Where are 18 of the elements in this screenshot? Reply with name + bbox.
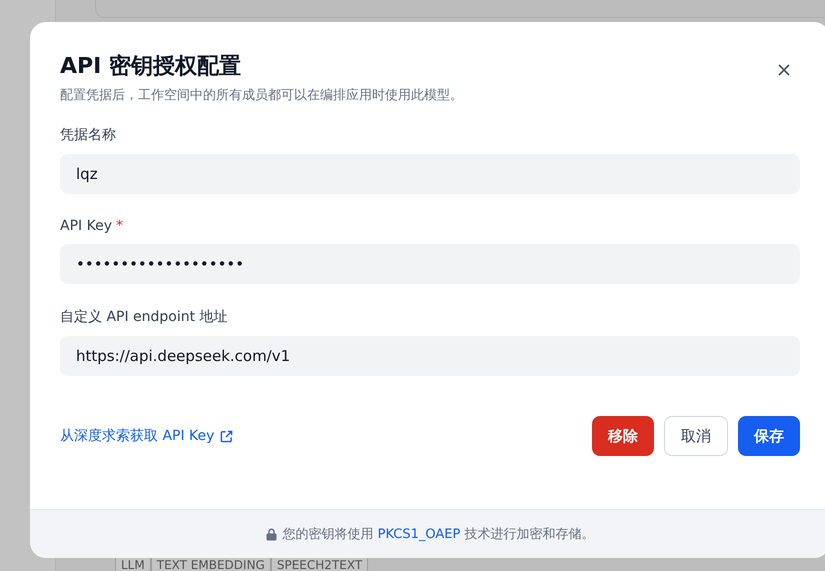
pkcs-link[interactable]: PKCS1_OAEP [378, 527, 460, 542]
lock-icon [266, 528, 276, 540]
get-key-link[interactable]: 从深度求索获取 API Key [60, 427, 234, 445]
required-mark: * [116, 218, 123, 234]
input-field[interactable]: lqz [60, 154, 800, 194]
field-label: 凭据名称 [60, 126, 116, 144]
encryption-note: 您的密钥将使用 PKCS1_OAEP 技术进行加密和存储。 [282, 526, 594, 543]
input-field[interactable]: ••••••••••••••••••• [60, 244, 800, 284]
input-field[interactable]: https://api.deepseek.com/v1 [60, 336, 800, 376]
external-link-icon [220, 430, 234, 442]
save-button[interactable]: 保存 [738, 416, 800, 456]
field-label: API Key * [60, 218, 123, 234]
close-icon [778, 64, 790, 76]
dialog-subtitle: 配置凭据后，工作空间中的所有成员都可以在编排应用时使用此模型。 [60, 87, 464, 104]
field-label: 自定义 API endpoint 地址 [60, 308, 228, 326]
remove-button[interactable]: 移除 [592, 416, 654, 456]
cancel-button[interactable]: 取消 [664, 416, 728, 456]
dialog-title: API 密钥授权配置 [60, 52, 241, 81]
